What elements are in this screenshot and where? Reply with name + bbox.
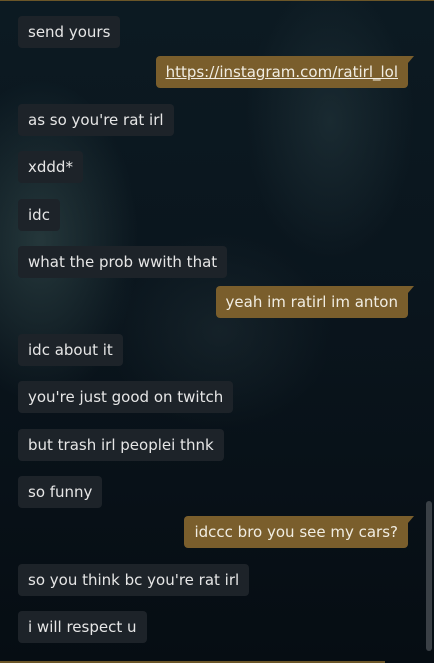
outgoing-message: yeah im ratirl im anton	[215, 286, 415, 318]
incoming-message: so funny	[18, 476, 103, 508]
message-text: so funny	[28, 483, 93, 501]
incoming-message: as so you're rat irl	[18, 104, 174, 136]
outgoing-message: idccc bro you see my cars?	[184, 516, 414, 548]
message-text: as so you're rat irl	[28, 111, 164, 129]
incoming-message: xddd*	[18, 151, 83, 183]
incoming-message: what the prob wwith that	[18, 246, 228, 278]
incoming-message: but trash irl peoplei thnk	[18, 429, 224, 461]
message-text: so you think bc you're rat irl	[28, 571, 240, 589]
message-text: what the prob wwith that	[28, 253, 218, 271]
message-list: send yours https://instagram.com/ratirl_…	[0, 1, 420, 663]
incoming-message: send yours	[18, 16, 121, 48]
message-text: i will respect u	[28, 618, 137, 636]
message-text: yeah im ratirl im anton	[225, 293, 398, 311]
outgoing-message[interactable]: https://instagram.com/ratirl_lol	[155, 56, 415, 88]
message-text: send yours	[28, 23, 111, 41]
scrollbar[interactable]	[426, 1, 432, 663]
incoming-message: idc about it	[18, 334, 123, 366]
message-link[interactable]: https://instagram.com/ratirl_lol	[166, 63, 398, 81]
incoming-message: i will respect u	[18, 611, 147, 643]
incoming-message: idc	[18, 199, 60, 231]
chat-window: send yours https://instagram.com/ratirl_…	[0, 0, 434, 663]
message-text: idc	[28, 206, 50, 224]
message-text: idccc bro you see my cars?	[194, 523, 398, 541]
incoming-message: so you think bc you're rat irl	[18, 564, 250, 596]
message-text: idc about it	[28, 341, 113, 359]
incoming-message: you're just good on twitch	[18, 381, 234, 413]
message-text: you're just good on twitch	[28, 388, 224, 406]
message-text: xddd*	[28, 158, 73, 176]
message-text: but trash irl peoplei thnk	[28, 436, 214, 454]
scrollbar-thumb[interactable]	[426, 501, 432, 651]
